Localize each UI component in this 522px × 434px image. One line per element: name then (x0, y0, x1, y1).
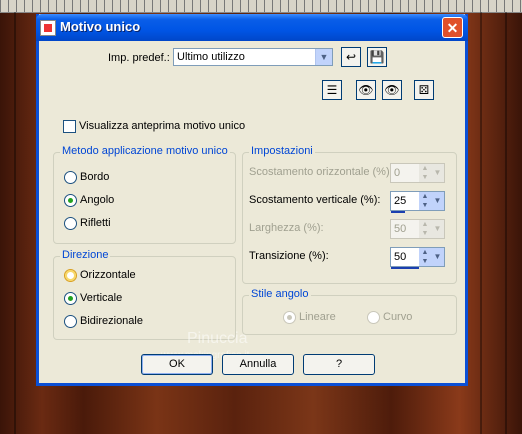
radio-lineare-label: Lineare (299, 311, 336, 323)
settings-group: Impostazioni Scostamento orizzontale (%)… (242, 145, 457, 284)
transition-value: 50 (394, 251, 407, 263)
save-preset-icon[interactable]: 💾 (367, 47, 387, 67)
wood-plank-seam (505, 12, 507, 434)
direction-group-title: Direzione (60, 249, 111, 261)
radio-rifletti[interactable] (64, 217, 77, 230)
app-icon (40, 20, 56, 36)
radio-rifletti-label: Rifletti (80, 217, 111, 229)
preset-value: Ultimo utilizzo (177, 51, 245, 63)
radio-verticale[interactable] (64, 292, 77, 305)
preview-checkbox-label: Visualizza anteprima motivo unico (79, 120, 246, 132)
tile-dialog: Motivo unico ✕ Imp. predef.: Ultimo util… (36, 14, 468, 386)
radio-bidirezionale-label: Bidirezionale (80, 315, 143, 327)
chevron-down-icon[interactable]: ▼ (431, 192, 444, 210)
radio-curvo-label: Curvo (383, 311, 413, 323)
h-offset-value: 0 (394, 167, 401, 179)
transition-level-bar (391, 267, 419, 269)
ruler (0, 0, 522, 13)
eye-lock-icon[interactable]: 👁 (356, 80, 376, 100)
transition-spinner[interactable]: 50 ▲ ▼ ▼ (390, 247, 445, 269)
v-offset-level-bar (391, 211, 405, 213)
transition-label: Transizione (%): (249, 250, 329, 262)
preset-label: Imp. predef.: (108, 52, 170, 64)
eye-icon[interactable]: 👁 (382, 80, 402, 100)
radio-bordo-label: Bordo (80, 171, 110, 183)
radio-angolo[interactable] (64, 194, 77, 207)
spin-updown-icon[interactable]: ▲ ▼ (419, 248, 431, 266)
chevron-down-icon[interactable]: ▼ (431, 164, 444, 182)
h-offset-spinner[interactable]: 0 ▲ ▼ ▼ (390, 163, 445, 183)
preview-checkbox[interactable] (63, 120, 76, 133)
method-group: Metodo applicazione motivo unico Bordo A… (53, 145, 236, 244)
wood-plank-seam (14, 12, 16, 434)
layout-icon[interactable]: ☰ (322, 80, 342, 100)
corner-style-group-title: Stile angolo (249, 288, 311, 300)
title-bar[interactable]: Motivo unico ✕ (36, 14, 468, 41)
close-button[interactable]: ✕ (442, 17, 463, 38)
corner-style-group: Stile angolo Lineare Curvo (242, 288, 457, 335)
radio-curvo[interactable] (367, 311, 380, 324)
cancel-button[interactable]: Annulla (222, 354, 294, 375)
reset-preset-icon[interactable]: ↩ (341, 47, 361, 67)
spin-updown-icon[interactable]: ▲ ▼ (419, 192, 431, 210)
chevron-down-icon[interactable]: ▼ (431, 220, 444, 238)
radio-lineare[interactable] (283, 311, 296, 324)
radio-angolo-label: Angolo (80, 194, 115, 206)
radio-orizzontale-label: Orizzontale (80, 269, 136, 281)
chevron-down-icon[interactable]: ▼ (315, 49, 332, 65)
width-spinner[interactable]: 50 ▲ ▼ ▼ (390, 219, 445, 239)
method-group-title: Metodo applicazione motivo unico (60, 145, 230, 157)
width-label: Larghezza (%): (249, 222, 324, 234)
v-offset-value: 25 (394, 195, 407, 207)
direction-group: Direzione Orizzontale Verticale Bidirezi… (53, 249, 236, 340)
radio-bidirezionale[interactable] (64, 315, 77, 328)
radio-verticale-label: Verticale (80, 292, 123, 304)
radio-orizzontale[interactable] (64, 269, 77, 282)
spin-updown-icon[interactable]: ▲ ▼ (419, 220, 431, 238)
watermark-name: Pinuccia (187, 330, 248, 347)
chevron-down-icon[interactable]: ▼ (431, 248, 444, 266)
spin-updown-icon[interactable]: ▲ ▼ (419, 164, 431, 182)
width-value: 50 (394, 223, 407, 235)
dice-icon[interactable]: ⚄ (414, 80, 434, 100)
v-offset-spinner[interactable]: 25 ▲ ▼ ▼ (390, 191, 445, 213)
settings-group-title: Impostazioni (249, 145, 315, 157)
preset-select[interactable]: Ultimo utilizzo ▼ (173, 48, 333, 66)
ok-button[interactable]: OK (141, 354, 213, 375)
help-button[interactable]: ? (303, 354, 375, 375)
radio-bordo[interactable] (64, 171, 77, 184)
h-offset-label: Scostamento orizzontale (%): (249, 166, 393, 178)
dialog-title: Motivo unico (60, 19, 141, 34)
v-offset-label: Scostamento verticale (%): (249, 194, 381, 206)
wood-plank-seam (480, 12, 482, 434)
